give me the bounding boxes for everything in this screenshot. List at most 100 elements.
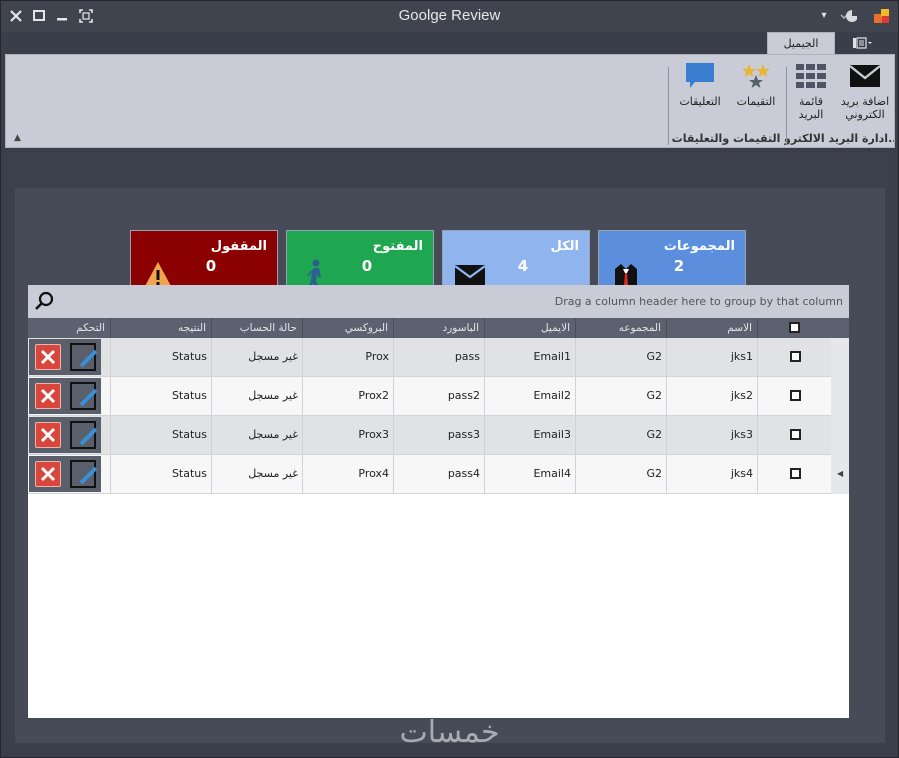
cell-password[interactable]: pass bbox=[393, 338, 484, 376]
edit-button[interactable] bbox=[69, 381, 99, 411]
cell-email[interactable]: Email2 bbox=[484, 377, 575, 415]
delete-button[interactable] bbox=[35, 383, 61, 409]
cell-result[interactable]: Status bbox=[110, 377, 211, 415]
window-title: Goolge Review bbox=[398, 7, 501, 24]
cell-control bbox=[28, 416, 110, 454]
comments-button[interactable]: التعليقات bbox=[672, 61, 728, 108]
grid-header: الاسم المجموعه الايميل الباسورد البروكسي… bbox=[28, 318, 849, 338]
ribbon-separator bbox=[786, 67, 787, 145]
edit-icon bbox=[70, 421, 98, 449]
cell-control bbox=[28, 455, 110, 493]
header-group[interactable]: المجموعه bbox=[575, 318, 666, 338]
app-logo-icon bbox=[873, 7, 891, 25]
add-email-button[interactable]: اضافة بريد الكتروني bbox=[836, 61, 894, 121]
ribbon-group-reviews: التقيمات التعليقات التقيمات والتعليقات bbox=[668, 55, 784, 147]
row-controls bbox=[29, 339, 101, 375]
group-panel[interactable]: Drag a column header here to group by th… bbox=[28, 285, 849, 318]
close-icon bbox=[40, 349, 56, 365]
email-list-label: قائمة البريد bbox=[798, 95, 824, 121]
cell-email[interactable]: Email1 bbox=[484, 338, 575, 376]
chevron-down-icon[interactable] bbox=[839, 7, 857, 25]
row-select-cell[interactable] bbox=[757, 455, 831, 493]
cell-account-status[interactable]: غير مسجل bbox=[211, 338, 302, 376]
edit-button[interactable] bbox=[69, 459, 99, 489]
edit-icon bbox=[70, 343, 98, 371]
cell-account-status[interactable]: غير مسجل bbox=[211, 455, 302, 493]
select-all-checkbox[interactable] bbox=[789, 322, 800, 333]
cell-account-status[interactable]: غير مسجل bbox=[211, 416, 302, 454]
cell-control bbox=[28, 338, 110, 376]
table-row[interactable]: jks2 G2 Email2 pass2 Prox2 غير مسجل Stat… bbox=[28, 377, 831, 416]
row-controls bbox=[29, 456, 101, 492]
cell-group[interactable]: G2 bbox=[575, 455, 666, 493]
cell-result[interactable]: Status bbox=[110, 455, 211, 493]
cell-name[interactable]: jks3 bbox=[666, 416, 757, 454]
table-row[interactable]: jks1 G2 Email1 pass Prox غير مسجل Status bbox=[28, 338, 831, 377]
row-select-cell[interactable] bbox=[757, 338, 831, 376]
current-row-arrow-icon: ◀ bbox=[837, 469, 844, 478]
cell-result[interactable]: Status bbox=[110, 338, 211, 376]
card-all-label: الكل bbox=[550, 239, 579, 254]
header-select-all[interactable] bbox=[757, 318, 831, 338]
envelope-icon bbox=[836, 61, 894, 91]
table-row[interactable]: jks3 G2 Email3 pass3 Prox3 غير مسجل Stat… bbox=[28, 416, 831, 455]
row-select-cell[interactable] bbox=[757, 416, 831, 454]
search-icon[interactable] bbox=[34, 291, 54, 314]
edit-button[interactable] bbox=[69, 420, 99, 450]
header-result[interactable]: النتيجه bbox=[110, 318, 211, 338]
ribbon-tabstrip: الجيميل bbox=[5, 32, 895, 54]
edit-icon bbox=[70, 460, 98, 488]
title-bar: Goolge Review ▾ bbox=[1, 1, 898, 32]
ratings-label: التقيمات bbox=[736, 95, 776, 108]
dropdown-icon[interactable]: ▾ bbox=[815, 7, 833, 25]
cell-email[interactable]: Email3 bbox=[484, 416, 575, 454]
cell-password[interactable]: pass2 bbox=[393, 377, 484, 415]
cell-name[interactable]: jks1 bbox=[666, 338, 757, 376]
delete-button[interactable] bbox=[35, 344, 61, 370]
email-list-button[interactable]: قائمة البريد bbox=[786, 61, 836, 121]
app-window: Goolge Review ▾ الجيميل اضافة بريد الكتر… bbox=[0, 0, 899, 758]
header-email[interactable]: الايميل bbox=[484, 318, 575, 338]
table-row[interactable]: jks4 G2 Email4 pass4 Prox4 غير مسجل Stat… bbox=[28, 455, 831, 494]
cell-proxy[interactable]: Prox bbox=[302, 338, 393, 376]
card-groups-value: 2 bbox=[673, 257, 685, 275]
row-select-cell[interactable] bbox=[757, 377, 831, 415]
row-checkbox[interactable] bbox=[790, 429, 801, 440]
cell-proxy[interactable]: Prox4 bbox=[302, 455, 393, 493]
delete-button[interactable] bbox=[35, 461, 61, 487]
cell-password[interactable]: pass4 bbox=[393, 455, 484, 493]
row-checkbox[interactable] bbox=[790, 468, 801, 479]
header-proxy[interactable]: البروكسي bbox=[302, 318, 393, 338]
cell-group[interactable]: G2 bbox=[575, 338, 666, 376]
ribbon-collapse-icon[interactable]: ▲ bbox=[14, 133, 21, 143]
ratings-button[interactable]: التقيمات bbox=[730, 61, 782, 108]
header-control[interactable]: التحكم bbox=[28, 318, 110, 338]
header-password[interactable]: الباسورد bbox=[393, 318, 484, 338]
ribbon-group-email: اضافة بريد الكتروني قائمة البريد ادارة ا… bbox=[784, 55, 894, 147]
edit-button[interactable] bbox=[69, 342, 99, 372]
cell-password[interactable]: pass3 bbox=[393, 416, 484, 454]
header-account-status[interactable]: حالة الحساب bbox=[211, 318, 302, 338]
row-checkbox[interactable] bbox=[790, 351, 801, 362]
card-groups-label: المجموعات bbox=[663, 239, 735, 254]
cell-group[interactable]: G2 bbox=[575, 416, 666, 454]
cell-group[interactable]: G2 bbox=[575, 377, 666, 415]
comment-icon bbox=[672, 61, 728, 91]
card-closed-label: المقفول bbox=[210, 239, 267, 254]
cell-proxy[interactable]: Prox3 bbox=[302, 416, 393, 454]
main-content: المجموعات 2 الكل 4 المفتوح 0 المقفول 0 D… bbox=[5, 152, 895, 750]
cell-email[interactable]: Email4 bbox=[484, 455, 575, 493]
card-open-label: المفتوح bbox=[372, 239, 423, 254]
ribbon: اضافة بريد الكتروني قائمة البريد ادارة ا… bbox=[5, 54, 895, 148]
header-name[interactable]: الاسم bbox=[666, 318, 757, 338]
quick-access-menu-icon[interactable] bbox=[851, 36, 875, 50]
row-checkbox[interactable] bbox=[790, 390, 801, 401]
cell-result[interactable]: Status bbox=[110, 416, 211, 454]
cell-proxy[interactable]: Prox2 bbox=[302, 377, 393, 415]
ribbon-group-reviews-label: التقيمات والتعليقات bbox=[671, 132, 781, 145]
cell-name[interactable]: jks2 bbox=[666, 377, 757, 415]
cell-name[interactable]: jks4 bbox=[666, 455, 757, 493]
tab-home[interactable]: الجيميل bbox=[767, 32, 835, 54]
delete-button[interactable] bbox=[35, 422, 61, 448]
cell-account-status[interactable]: غير مسجل bbox=[211, 377, 302, 415]
